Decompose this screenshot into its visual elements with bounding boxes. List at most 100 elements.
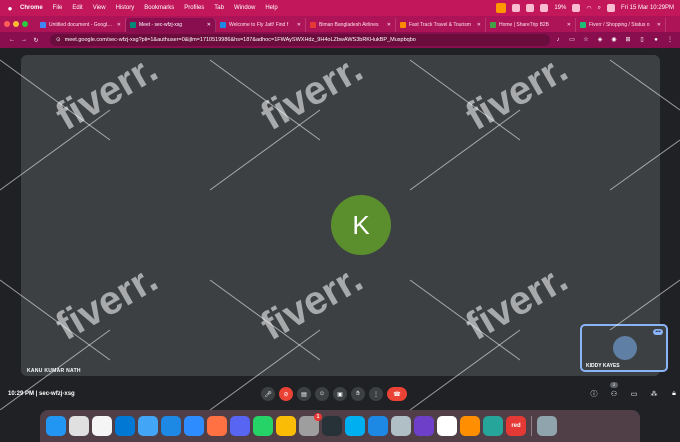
camera-off-icon[interactable]: ⊘ [279,387,293,401]
browser-toolbar: ← → ↻ ⊙ meet.google.com/sec-wfzj-xsg?pli… [0,32,680,48]
red-app-icon[interactable]: red [506,416,526,436]
close-window-icon[interactable] [4,21,10,27]
menubar-clock[interactable]: Fri 15 Mar 10:29PM [621,5,674,11]
site-info-icon[interactable]: ⊙ [56,37,61,43]
tab-google-docs[interactable]: Untitled document - Google Docs ✕ [36,18,126,32]
chrome-menu-icon[interactable]: ⋮ [666,36,674,44]
captions-icon[interactable]: ▤ [297,387,311,401]
whatsapp-icon[interactable] [253,416,273,436]
terminal-icon[interactable] [322,416,342,436]
profile-avatar-icon[interactable]: ● [652,36,660,44]
tab-sharetrip[interactable]: Home | ShareTrip B2B ✕ [486,18,576,32]
forward-icon[interactable]: → [18,37,30,43]
avatar-letter: K [352,209,370,240]
status-app-icon-2[interactable] [512,4,521,12]
control-center-icon[interactable] [606,4,615,12]
self-participant-name: KIDDY KAYES [586,363,620,369]
self-view-tile[interactable]: ••• KIDDY KAYES [580,324,668,372]
finder-icon[interactable] [46,416,66,436]
tile-options-icon[interactable]: ••• [653,329,663,335]
app-store-icon[interactable] [368,416,388,436]
participant-avatar: K [331,195,391,255]
dock-icon-label: red [511,423,521,429]
people-icon[interactable]: 2 ⚇ [608,382,620,400]
close-tab-icon[interactable]: ✕ [567,22,571,28]
status-app-icon[interactable] [496,3,507,13]
globe-app-icon[interactable] [483,416,503,436]
meeting-details-icon[interactable]: ⓘ [588,388,600,400]
activities-icon[interactable]: ⁂ [648,388,660,400]
camera-indicator-icon[interactable]: ▭ [568,36,576,44]
skype-icon[interactable] [345,416,365,436]
close-tab-icon[interactable]: ✕ [387,22,391,28]
present-screen-icon[interactable]: ▣ [333,387,347,401]
safari-icon[interactable] [161,416,181,436]
maximize-window-icon[interactable] [22,21,28,27]
bookmark-star-icon[interactable]: ☆ [582,36,590,44]
tab-fly-jatt[interactable]: Welcome to Fly Jatt! Find f ✕ [216,18,306,32]
menu-window[interactable]: Window [234,5,255,11]
vector-pen-icon[interactable] [207,416,227,436]
status-app-icon-3[interactable] [526,4,535,12]
side-panel-icon[interactable]: ▯ [638,36,646,44]
mail-icon[interactable] [138,416,158,436]
window-controls [4,21,28,27]
system-settings-icon[interactable]: 1 [299,413,322,436]
emoji-reaction-icon[interactable]: ☺ [315,387,329,401]
menu-app-name[interactable]: Chrome [20,5,43,11]
close-tab-icon[interactable]: ✕ [117,22,121,28]
host-controls-lock-icon[interactable]: 🔒︎ [668,388,680,400]
utility-icon[interactable] [391,416,411,436]
microphone-indicator-icon[interactable]: ♪ [554,36,562,44]
leave-call-icon[interactable]: ☎︎ [387,387,407,401]
tab-google-meet[interactable]: Meet - sec-wfzj-xsg ✕ [126,18,216,32]
chat-icon[interactable]: ▭ [628,388,640,400]
close-tab-icon[interactable]: ✕ [477,22,481,28]
battery-percent: 19% [554,5,567,11]
menu-edit[interactable]: Edit [72,5,82,11]
battery-icon[interactable] [572,4,581,12]
address-bar[interactable]: ⊙ meet.google.com/sec-wfzj-xsg?pli=1&aut… [50,34,550,46]
vlc-icon[interactable] [460,416,480,436]
search-icon[interactable]: ⌕ [598,5,601,12]
tab-label: Fiverr / Shopping / Status o [589,22,650,28]
menu-help[interactable]: Help [265,5,277,11]
github-icon[interactable] [414,416,434,436]
more-options-icon[interactable]: ⋮ [369,387,383,401]
menu-bookmarks[interactable]: Bookmarks [144,5,174,11]
chrome-icon[interactable] [276,416,296,436]
close-tab-icon[interactable]: ✕ [207,22,211,28]
vscode-icon[interactable] [115,416,135,436]
microphone-toggle-icon[interactable]: 🎤︎ [261,387,275,401]
slack-icon[interactable] [437,416,457,436]
tab-fast-track[interactable]: Fast Track Travel & Tourism ✕ [396,18,486,32]
meeting-info: 10:29 PM | sec-wfzj-xsg [8,391,75,397]
tab-biman-bangladesh[interactable]: Biman Bangladesh Airlines ✕ [306,18,396,32]
reload-icon[interactable]: ↻ [30,37,42,44]
menu-profiles[interactable]: Profiles [184,5,204,11]
launchpad-icon[interactable] [69,416,89,436]
participants-count-badge: 2 [610,382,618,388]
close-tab-icon[interactable]: ✕ [297,22,301,28]
photos-icon[interactable] [92,416,112,436]
extension-icon-2[interactable]: ◉ [610,36,618,44]
raise-hand-icon[interactable]: ✋︎ [351,387,365,401]
extensions-puzzle-icon[interactable]: ⊞ [624,36,632,44]
status-app-icon-4[interactable] [540,4,549,12]
tab-fiverr[interactable]: Fiverr / Shopping / Status o ✕ [576,18,666,32]
apple-menu-icon[interactable]: ● [6,4,14,13]
close-tab-icon[interactable]: ✕ [657,22,661,28]
main-participant-tile[interactable]: K [21,55,660,376]
menu-history[interactable]: History [116,5,135,11]
minimize-window-icon[interactable] [13,21,19,27]
discord-icon[interactable] [230,416,250,436]
back-icon[interactable]: ← [6,37,18,43]
menu-tab[interactable]: Tab [214,5,224,11]
wifi-icon[interactable]: ◠ [586,5,591,12]
trash-icon[interactable] [537,416,557,436]
menu-file[interactable]: File [53,5,63,11]
menu-view[interactable]: View [93,5,106,11]
notification-badge: 1 [314,413,322,421]
extension-icon[interactable]: ◈ [596,36,604,44]
zoom-icon[interactable] [184,416,204,436]
